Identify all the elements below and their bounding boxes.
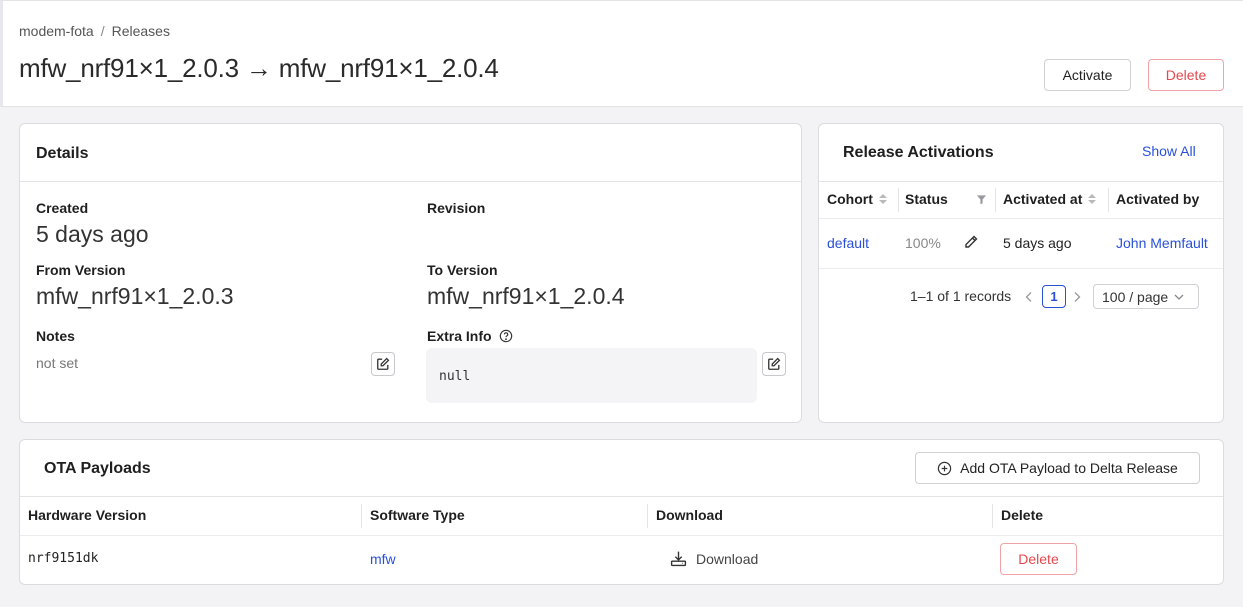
download-icon (670, 551, 687, 567)
column-activated-at-label: Activated at (1003, 191, 1083, 207)
plus-circle-icon (937, 461, 952, 475)
column-download: Download (656, 507, 723, 523)
page-header: modem-fota / Releases mfw_nrf91×1_2.0.3 … (0, 0, 1243, 107)
pencil-icon[interactable] (963, 234, 979, 250)
filter-icon[interactable] (976, 194, 987, 205)
page-size-value: 100 / page (1102, 288, 1169, 305)
download-payload-button[interactable]: Download (670, 550, 758, 567)
revision-label: Revision (427, 200, 486, 216)
activations-title: Release Activations (843, 144, 994, 161)
from-version-value: mfw_nrf91×1_2.0.3 (36, 283, 234, 309)
column-delete: Delete (1001, 507, 1044, 523)
cohort-link[interactable]: default (827, 235, 869, 251)
column-activated-at[interactable]: Activated at (1003, 191, 1097, 207)
column-activated-by: Activated by (1116, 191, 1199, 207)
extra-info-label-text: Extra Info (427, 328, 492, 344)
software-type-link[interactable]: mfw (370, 551, 396, 567)
notes-label: Notes (36, 328, 75, 344)
add-ota-payload-button[interactable]: Add OTA Payload to Delta Release (915, 452, 1200, 484)
edit-notes-button[interactable] (371, 352, 395, 376)
release-activations-card: Release Activations Show All Cohort Stat… (818, 123, 1224, 423)
sort-icon[interactable] (878, 194, 887, 204)
ota-payloads-title: OTA Payloads (44, 460, 151, 477)
activated-at-value: 5 days ago (1003, 235, 1072, 251)
page-title: mfw_nrf91×1_2.0.3 → mfw_nrf91×1_2.0.4 (19, 53, 499, 83)
edit-icon (377, 357, 390, 370)
breadcrumb-project[interactable]: modem-fota (19, 23, 94, 39)
delete-release-button[interactable]: Delete (1148, 59, 1224, 91)
download-label: Download (696, 550, 759, 567)
column-hardware-version: Hardware Version (28, 507, 147, 523)
breadcrumb-section[interactable]: Releases (112, 23, 170, 39)
chevron-left-icon[interactable] (1024, 291, 1034, 303)
breadcrumb-separator: / (100, 23, 105, 39)
status-value: 100% (905, 235, 941, 251)
pagination-summary: 1–1 of 1 records (910, 288, 1012, 304)
hardware-version-value: nrf9151dk (28, 551, 99, 566)
column-cohort[interactable]: Cohort (827, 191, 887, 207)
details-title: Details (36, 145, 89, 162)
activated-by-link[interactable]: John Memfault (1116, 235, 1208, 251)
sort-icon[interactable] (1088, 194, 1097, 204)
from-version-label: From Version (36, 262, 126, 278)
notes-value: not set (36, 355, 79, 371)
add-ota-payload-label: Add OTA Payload to Delta Release (960, 460, 1178, 476)
extra-info-label: Extra Info (427, 328, 513, 344)
page-size-select[interactable]: 100 / page (1093, 284, 1199, 309)
pagination-page-1[interactable]: 1 (1042, 285, 1066, 308)
column-status: Status (905, 191, 948, 207)
chevron-right-icon[interactable] (1072, 291, 1082, 303)
activate-button[interactable]: Activate (1044, 59, 1131, 91)
edit-extra-info-button[interactable] (762, 352, 786, 376)
chevron-down-icon (1174, 294, 1184, 300)
created-label: Created (36, 200, 89, 216)
ota-payloads-card: OTA Payloads Add OTA Payload to Delta Re… (19, 439, 1224, 585)
breadcrumb: modem-fota / Releases (19, 23, 170, 39)
created-value: 5 days ago (36, 221, 149, 247)
show-all-link[interactable]: Show All (1142, 143, 1196, 159)
column-activated-by-label: Activated by (1116, 191, 1200, 207)
extra-info-value: null (426, 348, 757, 403)
to-version-label: To Version (427, 262, 498, 278)
help-circle-icon[interactable] (499, 329, 513, 343)
to-version-value: mfw_nrf91×1_2.0.4 (427, 283, 625, 309)
edit-icon (768, 357, 781, 370)
delete-payload-button[interactable]: Delete (1000, 543, 1077, 575)
column-status-label: Status (905, 191, 948, 207)
column-cohort-label: Cohort (827, 191, 873, 207)
details-card: Details Created 5 days ago Revision From… (19, 123, 802, 423)
column-software-type: Software Type (370, 507, 465, 523)
